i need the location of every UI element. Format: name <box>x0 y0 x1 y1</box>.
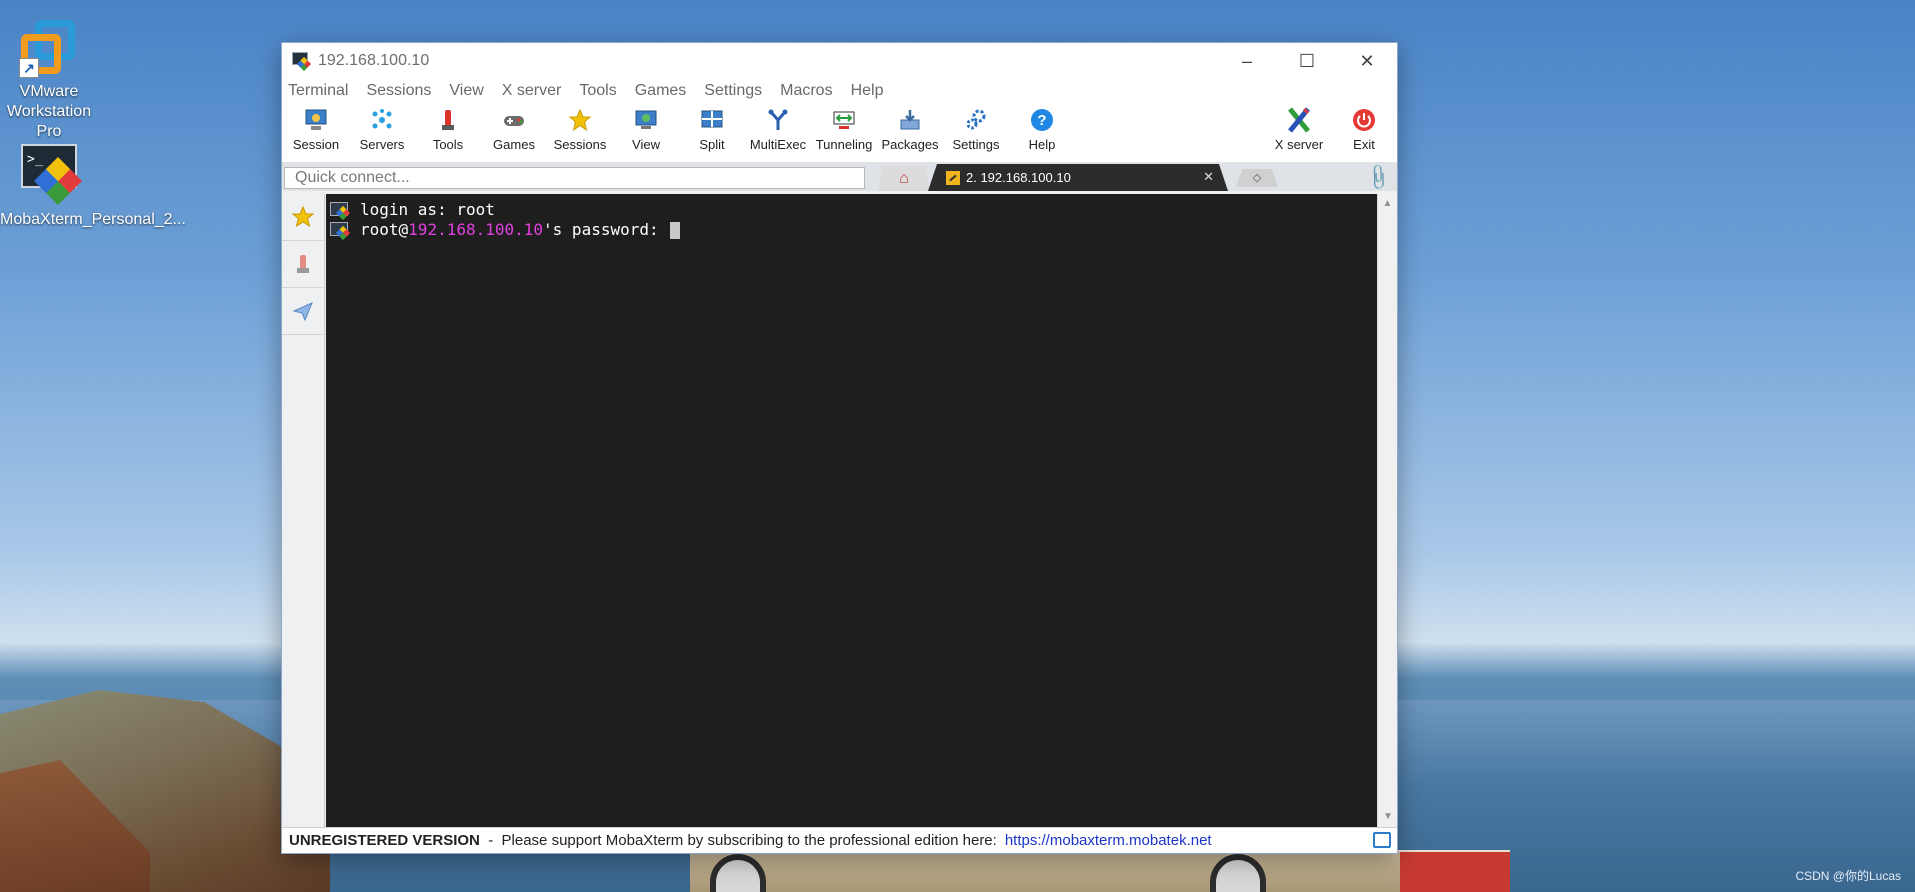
tools-icon <box>435 107 461 133</box>
desktop-icon-mobaxterm[interactable]: >_ MobaXterm_Personal_2... <box>0 142 186 230</box>
terminal-line: login as: root <box>330 200 1373 221</box>
games-icon <box>501 107 527 133</box>
wheel-shape <box>1210 854 1266 892</box>
desktop-icon-vmware[interactable]: ↗ VMware Workstation Pro <box>0 14 98 142</box>
svg-text:?: ? <box>1037 112 1046 129</box>
x-server-button[interactable]: X server <box>1267 105 1331 161</box>
maximize-button[interactable]: ☐ <box>1277 43 1337 79</box>
window-controls: – ☐ ✕ <box>1217 43 1397 79</box>
title-bar[interactable]: 192.168.100.10 – ☐ ✕ <box>282 43 1397 79</box>
multiexec-icon <box>765 107 791 133</box>
multiexec-button[interactable]: MultiExec <box>746 105 810 161</box>
tab-close-icon[interactable]: ✕ <box>1203 169 1214 185</box>
mobaxterm-app-icon <box>292 52 312 72</box>
vehicle-background <box>690 850 1510 892</box>
packages-button[interactable]: Packages <box>878 105 942 161</box>
send-icon <box>291 302 313 322</box>
menu-view[interactable]: View <box>449 82 483 100</box>
side-panel <box>282 194 325 827</box>
menu-x-server[interactable]: X server <box>502 82 562 100</box>
help-icon: ? <box>1029 107 1055 133</box>
ssh-tab-icon <box>946 170 960 185</box>
session-button[interactable]: Session <box>284 105 348 161</box>
menu-games[interactable]: Games <box>635 82 687 100</box>
star-icon <box>567 107 593 133</box>
home-icon: ⌂ <box>899 169 909 187</box>
view-icon <box>633 107 659 133</box>
exit-button[interactable]: Exit <box>1332 105 1396 161</box>
quick-connect-input[interactable] <box>284 167 865 189</box>
terminal-user: root@ <box>360 220 409 239</box>
split-button[interactable]: Split <box>680 105 744 161</box>
desktop-icon-label: VMware Workstation Pro <box>6 83 92 140</box>
sidebar-sessions-button[interactable] <box>282 194 323 241</box>
monitor-icon[interactable] <box>1373 832 1391 848</box>
terminal-host: 192.168.100.10 <box>408 220 544 239</box>
settings-icon <box>963 107 989 133</box>
menu-settings[interactable]: Settings <box>704 82 762 100</box>
terminal-output[interactable]: login as: root root@ 192.168.100.10's pas… <box>326 194 1377 827</box>
servers-button[interactable]: Servers <box>350 105 414 161</box>
terminal-password-prompt: 's password: <box>543 220 669 239</box>
tab-row: ⌂ 2. 192.168.100.10 ✕ ◇ 📎 <box>282 162 1397 192</box>
toolbar: Session Servers Tools Games Sessions Vie… <box>282 103 1397 163</box>
menu-macros[interactable]: Macros <box>780 82 832 100</box>
star-icon <box>291 206 314 228</box>
menu-terminal[interactable]: Terminal <box>288 82 348 100</box>
terminal-scrollbar[interactable]: ▲ ▼ <box>1377 194 1397 827</box>
games-button[interactable]: Games <box>482 105 546 161</box>
view-button[interactable]: View <box>614 105 678 161</box>
menu-tools[interactable]: Tools <box>579 82 616 100</box>
packages-icon <box>897 107 923 133</box>
watermark: CSDN @你的Lucas <box>1795 869 1901 883</box>
window-title: 192.168.100.10 <box>318 52 430 69</box>
servers-icon <box>369 107 395 133</box>
terminal-cursor <box>670 221 681 239</box>
help-button[interactable]: ? Help <box>1010 105 1074 161</box>
split-icon <box>699 107 725 133</box>
session-tab-label: 2. 192.168.100.10 <box>966 170 1071 185</box>
close-button[interactable]: ✕ <box>1337 43 1397 79</box>
status-message: - Please support MobaXterm by subscribin… <box>479 832 997 849</box>
tools-icon <box>296 255 309 273</box>
attach-icon[interactable]: 📎 <box>1362 162 1393 192</box>
terminal-prompt-icon <box>330 202 351 221</box>
status-bar: UNREGISTERED VERSION - Please support Mo… <box>282 827 1397 853</box>
new-tab-icon: ◇ <box>1252 172 1262 184</box>
x-server-icon <box>1286 107 1312 133</box>
main-area: login as: root root@ 192.168.100.10's pas… <box>282 194 1397 827</box>
home-tab[interactable]: ⌂ <box>878 166 930 191</box>
tools-button[interactable]: Tools <box>416 105 480 161</box>
menu-sessions[interactable]: Sessions <box>366 82 431 100</box>
sessions-button[interactable]: Sessions <box>548 105 612 161</box>
mobatek-link[interactable]: https://mobaxterm.mobatek.net <box>1005 832 1212 849</box>
new-tab-button[interactable]: ◇ <box>1236 169 1278 187</box>
scroll-down-icon[interactable]: ▼ <box>1378 807 1398 827</box>
terminal-prompt-icon <box>330 222 351 241</box>
desktop-icon-label: MobaXterm_Personal_2... <box>0 211 186 228</box>
session-tab[interactable]: 2. 192.168.100.10 ✕ <box>928 164 1228 191</box>
sidebar-sftp-button[interactable] <box>282 288 323 335</box>
unregistered-label: UNREGISTERED VERSION <box>289 832 480 849</box>
session-icon <box>303 107 329 133</box>
vehicle-red-panel <box>1400 852 1510 892</box>
terminal-text: login as: root <box>360 200 495 219</box>
mobaxterm-icon: >_ <box>17 142 83 206</box>
terminal-line: root@ 192.168.100.10's password: <box>330 220 1373 241</box>
tunneling-button[interactable]: Tunneling <box>812 105 876 161</box>
vmware-icon: ↗ <box>17 14 81 78</box>
minimize-button[interactable]: – <box>1217 43 1277 79</box>
tunneling-icon <box>831 107 857 133</box>
settings-button[interactable]: Settings <box>944 105 1008 161</box>
scroll-up-icon[interactable]: ▲ <box>1378 194 1397 214</box>
menu-help[interactable]: Help <box>851 82 884 100</box>
shortcut-arrow-icon: ↗ <box>19 58 39 78</box>
mobaxterm-window: 192.168.100.10 – ☐ ✕ Terminal Sessions V… <box>281 42 1398 854</box>
sidebar-tools-button[interactable] <box>282 241 323 288</box>
wheel-shape <box>710 854 766 892</box>
menu-bar: Terminal Sessions View X server Tools Ga… <box>282 79 1397 103</box>
power-icon <box>1351 107 1377 133</box>
